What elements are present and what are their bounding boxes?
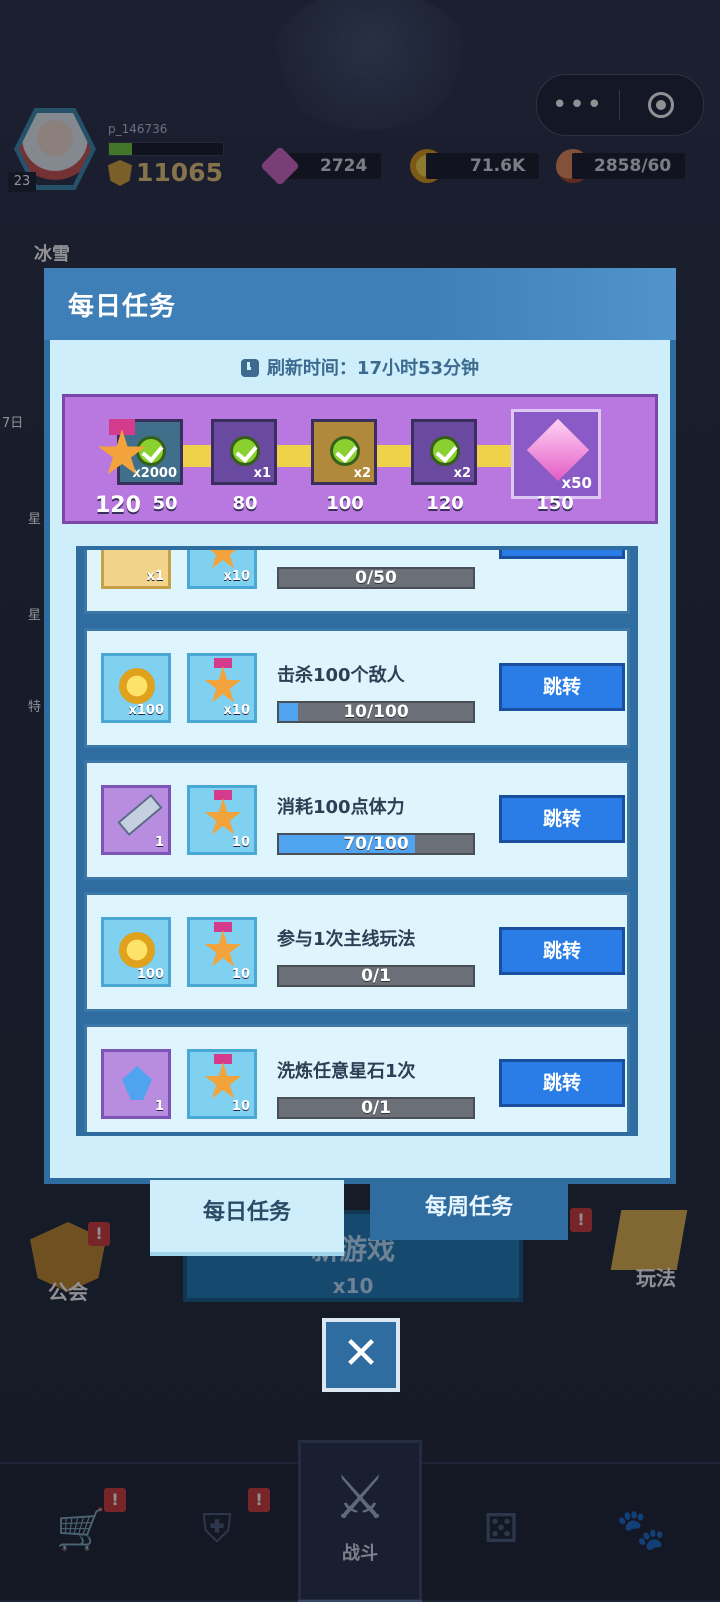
- medal-icon: [204, 1062, 242, 1099]
- task-row: 1 10 洗炼任意星石1次 0/1 跳转: [84, 1024, 630, 1132]
- task-list[interactable]: x1 x10 0/50 跳转 x100 x10 击杀100个敌人 10/100 …: [76, 546, 638, 1136]
- task-title: 消耗100点体力: [277, 797, 405, 818]
- reward-medal: 10: [187, 785, 257, 855]
- milestone-chest-80[interactable]: x1: [211, 419, 277, 485]
- reward-qty: 10: [231, 835, 250, 850]
- activity-progress-panel: x2000 x1 x2 x2 x50 120 50 80 100 120 150: [62, 394, 658, 524]
- dialog-body: 刷新时间：17小时53分钟 x2000 x1 x2 x2 x50 120 50 …: [50, 340, 670, 1178]
- task-title: 击杀100个敌人: [277, 665, 405, 686]
- threshold-150: 150: [536, 493, 574, 514]
- check-icon: [330, 436, 360, 466]
- refresh-text: 刷新时间：17小时53分钟: [266, 358, 480, 379]
- go-button[interactable]: 跳转: [499, 1059, 625, 1107]
- threshold-80: 80: [232, 493, 258, 514]
- star-stone-icon: [122, 1066, 152, 1100]
- reward-medal: x10: [187, 653, 257, 723]
- go-button[interactable]: 跳转: [499, 927, 625, 975]
- reward-coin: 100: [101, 917, 171, 987]
- medal-star: [98, 429, 146, 475]
- milestone-qty: x2: [453, 466, 471, 481]
- reward-coin: x100: [101, 653, 171, 723]
- task-title: 洗炼任意星石1次: [277, 1061, 416, 1082]
- coin-icon: [119, 932, 155, 968]
- key-icon: [117, 793, 163, 837]
- dialog-title: 每日任务: [68, 292, 177, 322]
- task-progress-bar: 0/1: [277, 965, 475, 987]
- close-button[interactable]: ✕: [322, 1318, 400, 1392]
- reward-qty: x1: [146, 569, 164, 584]
- task-progress-text: 70/100: [343, 834, 409, 854]
- task-progress-text: 0/50: [355, 568, 397, 588]
- check-icon: [230, 436, 260, 466]
- go-button[interactable]: 跳转: [499, 550, 625, 559]
- milestone-chest-120[interactable]: x2: [411, 419, 477, 485]
- task-progress-bar: 0/1: [277, 1097, 475, 1119]
- reward-key: 1: [101, 785, 171, 855]
- medal-icon: [204, 798, 242, 835]
- reward-qty: x10: [223, 703, 250, 718]
- go-button[interactable]: 跳转: [499, 795, 625, 843]
- reward-qty: x100: [128, 703, 164, 718]
- task-progress-bar: 10/100: [277, 701, 475, 723]
- reward-chest: x1: [101, 550, 171, 589]
- reward-medal: 10: [187, 1049, 257, 1119]
- milestone-qty: x50: [561, 474, 592, 492]
- activity-medal-icon: [95, 419, 149, 479]
- tab-weekly-tasks[interactable]: 每周任务: [370, 1180, 568, 1240]
- task-progress-text: 0/1: [361, 966, 391, 986]
- reward-medal: 10: [187, 917, 257, 987]
- check-icon: [430, 436, 460, 466]
- reward-qty: x10: [223, 569, 250, 584]
- milestone-qty: x1: [253, 466, 271, 481]
- task-progress-bar: 70/100: [277, 833, 475, 855]
- reward-medal: x10: [187, 550, 257, 589]
- milestone-qty: x2: [353, 466, 371, 481]
- reward-qty: 10: [231, 967, 250, 982]
- coin-icon: [119, 668, 155, 704]
- reward-star-stone: 1: [101, 1049, 171, 1119]
- threshold-120: 120: [426, 493, 464, 514]
- task-row: x100 x10 击杀100个敌人 10/100 跳转: [84, 628, 630, 748]
- reward-qty: 1: [154, 835, 164, 850]
- refresh-timer: 刷新时间：17小时53分钟: [50, 354, 670, 380]
- milestone-chest-100[interactable]: x2: [311, 419, 377, 485]
- task-progress-text: 10/100: [343, 702, 409, 722]
- clock-icon: [240, 359, 259, 377]
- tab-daily-tasks[interactable]: 每日任务: [150, 1180, 344, 1256]
- task-title: 参与1次主线玩法: [277, 929, 416, 950]
- task-row: 1 10 消耗100点体力 70/100 跳转: [84, 760, 630, 880]
- medal-icon: [204, 666, 242, 703]
- gem-icon: [526, 418, 590, 482]
- threshold-100: 100: [326, 493, 364, 514]
- dialog-header: 每日任务: [44, 268, 676, 340]
- go-button[interactable]: 跳转: [499, 663, 625, 711]
- task-row: 100 10 参与1次主线玩法 0/1 跳转: [84, 892, 630, 1012]
- reward-qty: 100: [136, 967, 164, 982]
- medal-icon: [204, 930, 242, 967]
- milestone-gem-150[interactable]: x50: [511, 409, 601, 499]
- task-progress-bar: 0/50: [277, 567, 475, 589]
- daily-task-dialog: 每日任务 刷新时间：17小时53分钟 x2000 x1 x2 x2 x50 12…: [44, 268, 676, 1184]
- threshold-50: 50: [152, 493, 178, 514]
- reward-qty: 10: [231, 1099, 250, 1114]
- task-row: x1 x10 0/50 跳转: [84, 550, 630, 614]
- reward-qty: 1: [154, 1099, 164, 1114]
- task-progress-text: 0/1: [361, 1098, 391, 1118]
